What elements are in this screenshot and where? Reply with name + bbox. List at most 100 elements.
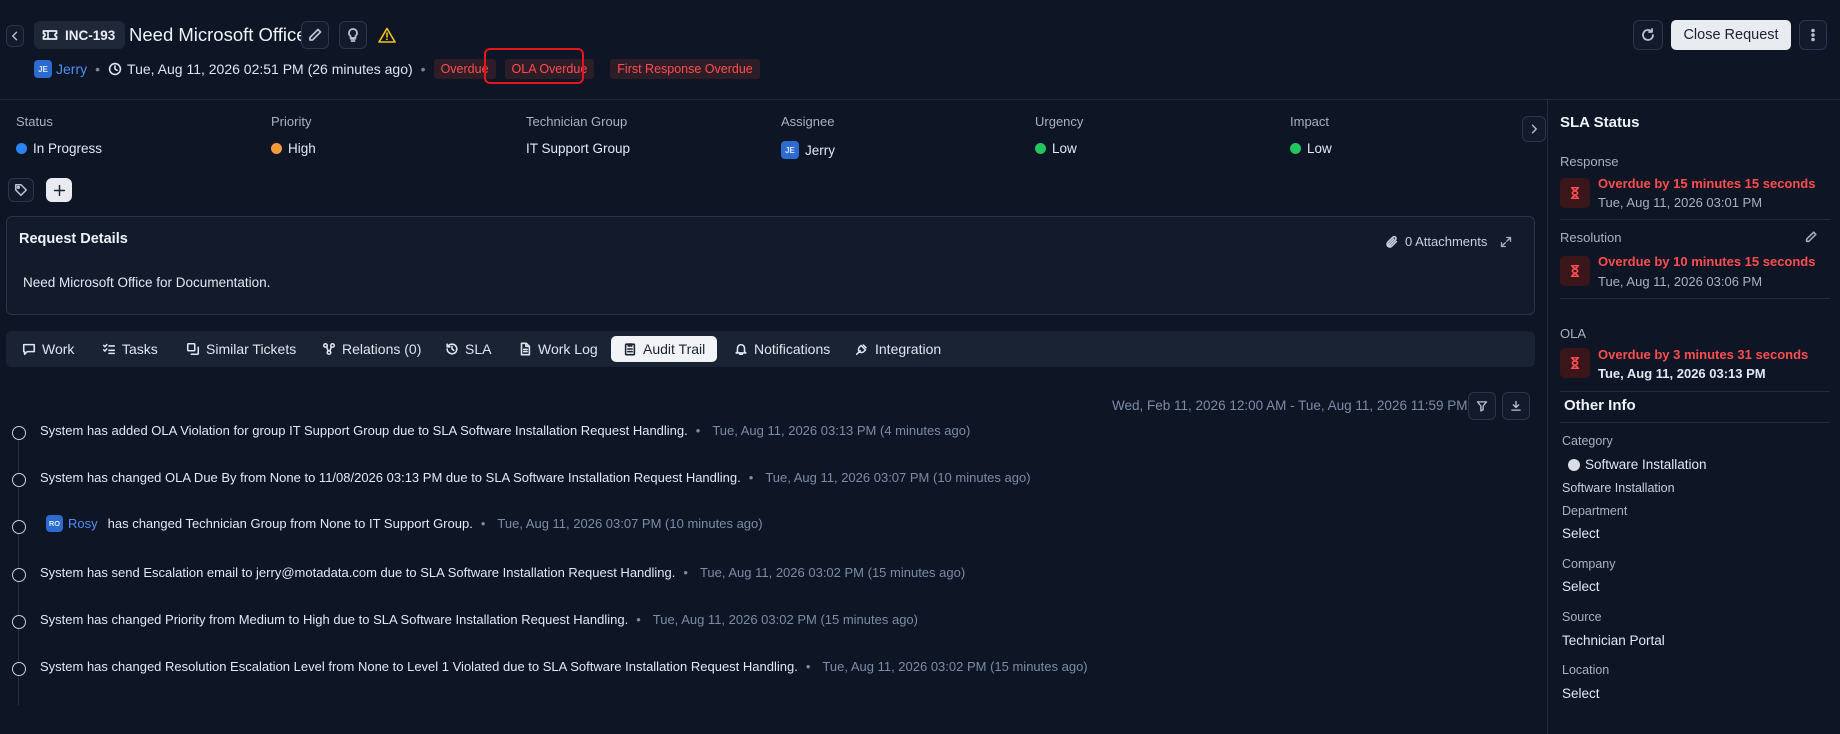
tab-label: Tasks bbox=[122, 341, 158, 357]
department-select[interactable]: Select bbox=[1562, 526, 1600, 541]
tab-label: Work bbox=[42, 341, 75, 357]
status-field[interactable]: In Progress bbox=[16, 141, 102, 156]
audit-entry-text: System has added OLA Violation for group… bbox=[40, 423, 688, 438]
ola-overdue-highlight bbox=[484, 48, 584, 84]
assignee-field[interactable]: JE Jerry bbox=[781, 141, 835, 159]
separator: • bbox=[480, 516, 486, 531]
impact-label: Impact bbox=[1290, 114, 1330, 129]
audit-entry-time: Tue, Aug 11, 2026 03:02 PM (15 minutes a… bbox=[652, 612, 918, 627]
tab-label: SLA bbox=[465, 341, 492, 357]
company-select[interactable]: Select bbox=[1562, 579, 1600, 594]
tab-label: Similar Tickets bbox=[206, 341, 297, 357]
divider bbox=[1560, 298, 1830, 299]
separator: • bbox=[748, 470, 754, 485]
impact-dot bbox=[1290, 143, 1301, 154]
divider bbox=[1560, 219, 1830, 220]
status-label: Status bbox=[16, 114, 53, 129]
urgency-field[interactable]: Low bbox=[1035, 141, 1077, 156]
attachments-link[interactable]: 0 Attachments bbox=[1385, 234, 1487, 249]
audit-entry-text: System has changed Resolution Escalation… bbox=[40, 659, 798, 674]
priority-field[interactable]: High bbox=[271, 141, 316, 156]
tags-button[interactable] bbox=[8, 178, 34, 202]
paperclip-icon bbox=[1386, 235, 1398, 248]
more-options-button[interactable] bbox=[1799, 20, 1827, 50]
requester-link[interactable]: Jerry bbox=[56, 61, 87, 77]
location-select[interactable]: Select bbox=[1562, 686, 1600, 701]
expand-icon[interactable] bbox=[1500, 236, 1512, 248]
refresh-button[interactable] bbox=[1633, 20, 1663, 50]
priority-dot bbox=[271, 143, 282, 154]
tab-sla[interactable]: SLA bbox=[445, 336, 491, 362]
sla-resolution-overdue: Overdue by 10 minutes 15 seconds bbox=[1598, 254, 1816, 269]
plus-icon bbox=[53, 184, 65, 196]
document-icon bbox=[520, 342, 531, 356]
refresh-icon bbox=[1642, 28, 1654, 41]
technician-group-label: Technician Group bbox=[526, 114, 628, 129]
location-label: Location bbox=[1562, 663, 1610, 677]
ticket-meta: JE Jerry • Tue, Aug 11, 2026 02:51 PM (2… bbox=[34, 58, 760, 80]
close-request-button[interactable]: Close Request bbox=[1671, 20, 1791, 50]
sla-resolution-date: Tue, Aug 11, 2026 03:06 PM bbox=[1598, 274, 1763, 289]
technician-group-field[interactable]: IT Support Group bbox=[526, 141, 630, 156]
audit-entry-time: Tue, Aug 11, 2026 03:07 PM (10 minutes a… bbox=[497, 516, 763, 531]
priority-value: High bbox=[288, 141, 316, 156]
timeline-marker bbox=[12, 615, 26, 629]
audit-entry: RO Rosy has changed Technician Group fro… bbox=[46, 515, 763, 532]
audit-entry-time: Tue, Aug 11, 2026 03:02 PM (15 minutes a… bbox=[699, 565, 966, 580]
audit-entry: System has added OLA Violation for group… bbox=[40, 423, 970, 438]
impact-field[interactable]: Low bbox=[1290, 141, 1332, 156]
technician-group-value: IT Support Group bbox=[526, 141, 631, 156]
separator: • bbox=[636, 612, 641, 627]
tab-label: Notifications bbox=[754, 341, 831, 357]
chevron-right-icon bbox=[1531, 124, 1537, 134]
edit-title-button[interactable] bbox=[301, 21, 329, 49]
add-tag-button[interactable] bbox=[46, 178, 72, 202]
relations-icon bbox=[322, 342, 336, 356]
ai-assist-button[interactable] bbox=[339, 21, 367, 49]
category-path: Software Installation bbox=[1562, 481, 1675, 495]
filter-button[interactable] bbox=[1468, 392, 1496, 420]
download-button[interactable] bbox=[1502, 392, 1530, 420]
tag-icon bbox=[14, 183, 28, 197]
audit-entry-text: System has changed Priority from Medium … bbox=[40, 612, 629, 627]
divider bbox=[1560, 391, 1830, 392]
audit-entry-text: has changed Technician Group from None t… bbox=[107, 516, 473, 531]
audit-date-range[interactable]: Wed, Feb 11, 2026 12:00 AM - Tue, Aug 11… bbox=[1112, 398, 1468, 413]
tab-integration[interactable]: Integration bbox=[855, 336, 941, 362]
company-label: Company bbox=[1562, 557, 1616, 571]
tab-bar: Work Tasks Similar Tickets Relations (0)… bbox=[6, 331, 1535, 367]
tab-relations[interactable]: Relations (0) bbox=[322, 336, 421, 362]
tab-work-log[interactable]: Work Log bbox=[518, 336, 598, 362]
user-avatar: RO bbox=[46, 515, 63, 532]
impact-value: Low bbox=[1307, 141, 1332, 156]
hourglass-icon bbox=[1560, 348, 1590, 378]
tab-audit-trail[interactable]: Audit Trail bbox=[611, 336, 718, 362]
ticket-title: Need Microsoft Office bbox=[129, 24, 307, 45]
category-field[interactable]: Software Installation bbox=[1568, 457, 1707, 472]
collapse-panel-button[interactable] bbox=[1522, 116, 1546, 142]
back-button[interactable] bbox=[6, 25, 24, 47]
history-icon bbox=[446, 343, 458, 355]
tab-notifications[interactable]: Notifications bbox=[734, 336, 830, 362]
source-select[interactable]: Technician Portal bbox=[1562, 633, 1665, 648]
tab-work[interactable]: Work bbox=[22, 336, 74, 362]
audit-entry-time: Tue, Aug 11, 2026 03:07 PM (10 minutes a… bbox=[765, 470, 1031, 485]
hourglass-icon bbox=[1560, 256, 1590, 286]
request-details-title: Request Details bbox=[19, 231, 128, 247]
audit-entry-time: Tue, Aug 11, 2026 03:13 PM (4 minutes ag… bbox=[712, 423, 971, 438]
tab-label: Work Log bbox=[538, 341, 598, 357]
priority-label: Priority bbox=[271, 114, 312, 129]
bell-icon bbox=[735, 343, 747, 356]
sla-response-label: Response bbox=[1560, 154, 1619, 169]
timeline-marker bbox=[12, 426, 26, 440]
audit-entry: System has changed OLA Due By from None … bbox=[40, 470, 1031, 485]
tab-tasks[interactable]: Tasks bbox=[102, 336, 158, 362]
pencil-icon[interactable] bbox=[1804, 230, 1818, 244]
tab-similar-tickets[interactable]: Similar Tickets bbox=[186, 336, 296, 362]
chat-icon bbox=[22, 343, 36, 356]
urgency-dot bbox=[1035, 143, 1046, 154]
separator: • bbox=[805, 659, 811, 674]
hourglass-icon bbox=[1560, 178, 1590, 208]
status-dot bbox=[16, 143, 27, 154]
user-link[interactable]: Rosy bbox=[68, 516, 98, 531]
